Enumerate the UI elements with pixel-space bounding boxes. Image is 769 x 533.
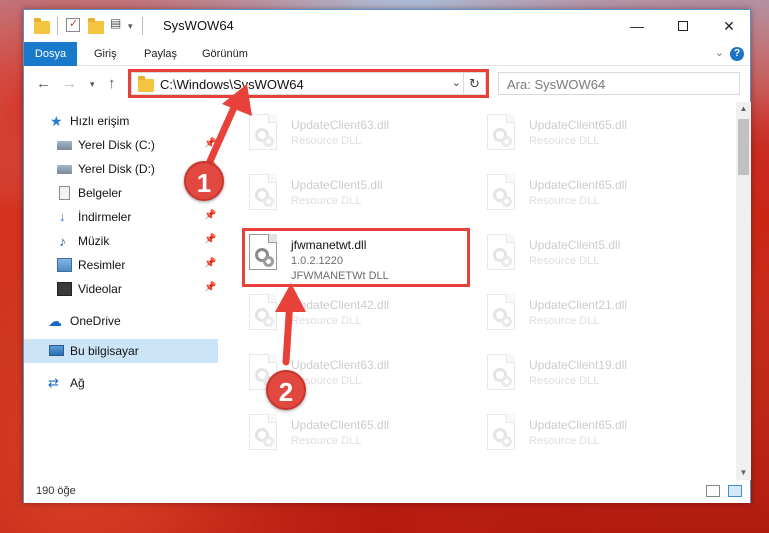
arrow-1-head [222,84,252,116]
annotation-arrows [203,84,306,366]
step-badge-2: 2 [266,370,306,410]
arrow-2-head [275,283,306,312]
arrow-1-shaft [203,99,240,172]
step-badge-1: 1 [184,161,224,201]
